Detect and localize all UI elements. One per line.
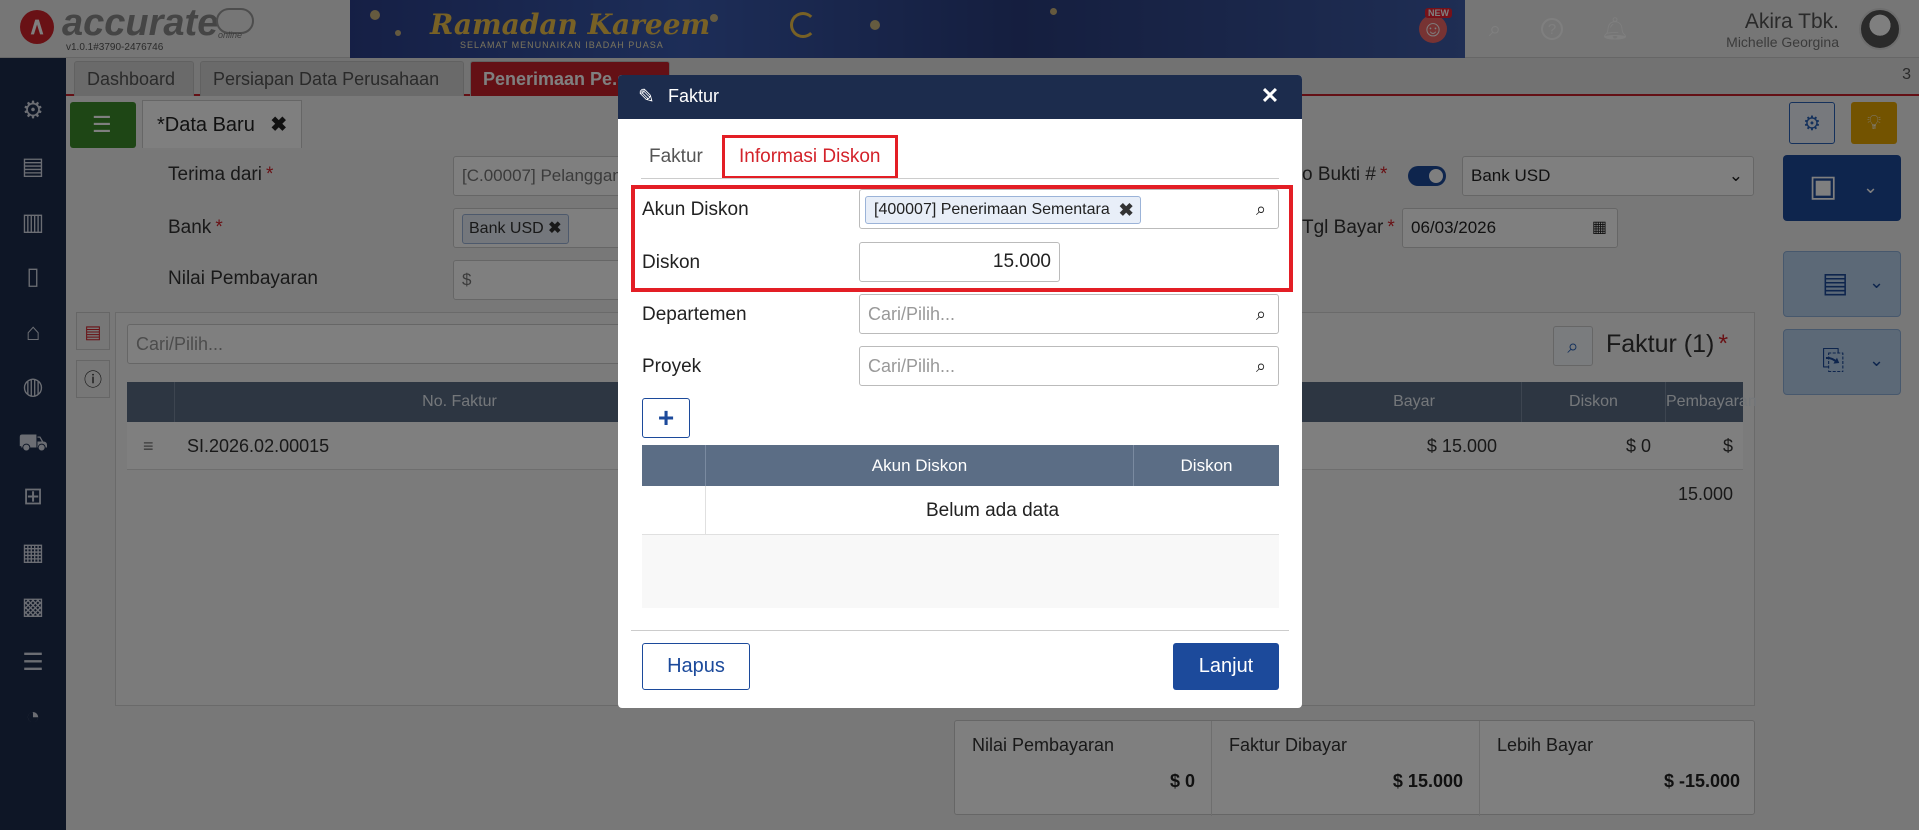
proyek-field[interactable]: Cari/Pilih... ⌕ xyxy=(859,346,1279,386)
delete-button[interactable]: Hapus xyxy=(642,643,750,690)
tabs-divider xyxy=(641,178,1279,179)
diskon-grid-header: Akun Diskon Diskon xyxy=(642,445,1279,486)
search-icon[interactable]: ⌕ xyxy=(1250,355,1272,377)
grid-handle-column xyxy=(642,445,706,486)
modal-header: ✎ Faktur ✕ xyxy=(618,75,1302,119)
search-icon[interactable]: ⌕ xyxy=(1250,303,1272,325)
proyek-label: Proyek xyxy=(642,356,702,377)
continue-button[interactable]: Lanjut xyxy=(1173,643,1279,690)
akun-diskon-label: Akun Diskon xyxy=(642,199,749,220)
column-akun-diskon[interactable]: Akun Diskon xyxy=(706,445,1134,486)
close-icon[interactable]: ✕ xyxy=(1258,83,1282,109)
faktur-modal: ✎ Faktur ✕ Faktur Informasi Diskon Akun … xyxy=(618,75,1302,708)
plus-icon: + xyxy=(657,402,675,433)
diskon-grid-body: Belum ada data xyxy=(642,486,1279,608)
pencil-icon: ✎ xyxy=(638,86,655,108)
row-lead-cell xyxy=(642,486,706,535)
tab-faktur[interactable]: Faktur xyxy=(641,135,711,179)
tab-informasi-diskon[interactable]: Informasi Diskon xyxy=(722,135,898,179)
departemen-label: Departemen xyxy=(642,304,747,325)
modal-title: Faktur xyxy=(668,86,720,106)
column-diskon[interactable]: Diskon xyxy=(1134,445,1279,486)
search-icon[interactable]: ⌕ xyxy=(1250,198,1272,220)
akun-diskon-value: [400007] Penerimaan Sementara xyxy=(874,201,1110,218)
empty-row: Belum ada data xyxy=(642,486,1279,535)
proyek-placeholder: Cari/Pilih... xyxy=(868,356,956,376)
akun-diskon-field[interactable]: [400007] Penerimaan Sementara ✖ ⌕ xyxy=(859,189,1279,229)
akun-diskon-chip: [400007] Penerimaan Sementara ✖ xyxy=(865,196,1141,224)
empty-message: Belum ada data xyxy=(925,500,1060,521)
diskon-input[interactable]: 15.000 xyxy=(859,242,1060,282)
diskon-label: Diskon xyxy=(642,252,701,273)
footer-divider xyxy=(631,630,1289,631)
departemen-field[interactable]: Cari/Pilih... ⌕ xyxy=(859,294,1279,334)
add-row-button[interactable]: + xyxy=(642,398,690,438)
departemen-placeholder: Cari/Pilih... xyxy=(868,304,956,324)
remove-icon[interactable]: ✖ xyxy=(1119,197,1134,223)
